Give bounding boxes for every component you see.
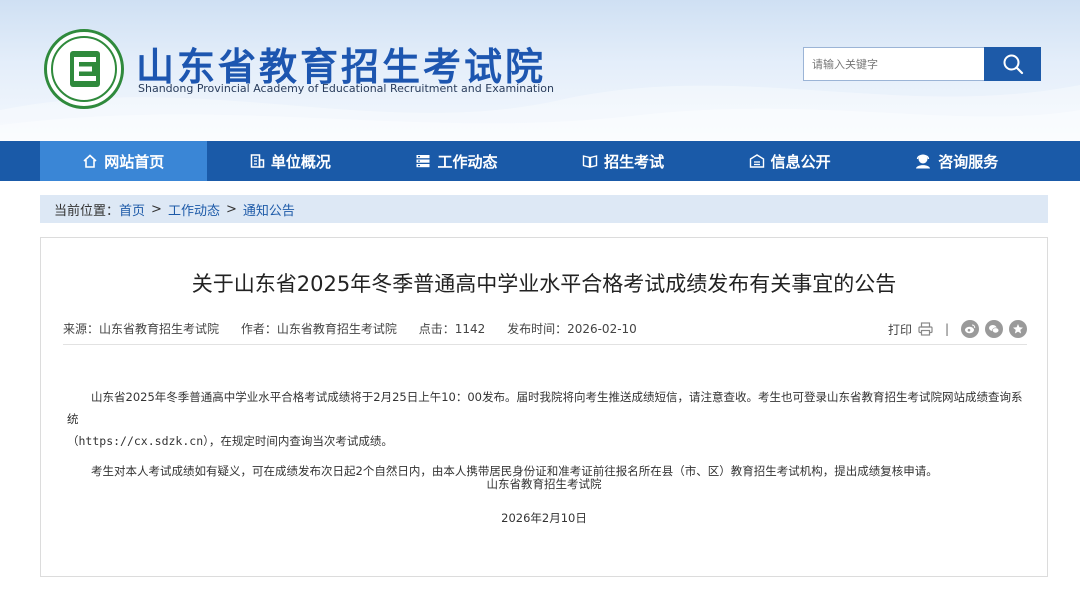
search-icon <box>1003 54 1023 75</box>
user-service-icon <box>916 154 931 169</box>
article-paragraph-continued: （https://cx.sdzk.cn），在规定时间内查询当次考试成绩。 <box>67 430 1023 452</box>
article-title: 关于山东省2025年冬季普通高中学业水平合格考试成绩发布有关事宜的公告 <box>191 272 897 296</box>
article-clicks: 点击：1142 <box>418 322 486 336</box>
action-divider: | <box>944 322 949 336</box>
building-icon <box>250 154 265 168</box>
nav-item-label: 信息公开 <box>770 152 831 171</box>
search-input[interactable] <box>803 47 984 81</box>
site-header: 山东省教育招生考试院 Shandong Provincial Academy o… <box>0 0 1080 141</box>
nav-item-label: 咨询服务 <box>938 152 999 171</box>
nav-item-label: 招生考试 <box>604 152 665 171</box>
breadcrumb-separator: > <box>225 201 237 217</box>
home-icon <box>83 154 97 168</box>
article-actions: 打印 | <box>888 320 1027 338</box>
print-label[interactable]: 打印 <box>888 321 912 338</box>
breadcrumb-separator: > <box>151 201 162 217</box>
breadcrumb-link-notices[interactable]: 通知公告 <box>243 200 295 219</box>
nav-item-admission[interactable]: 招生考试 <box>540 141 707 181</box>
breadcrumb-prefix: 当前位置： <box>54 203 120 219</box>
search-box <box>803 47 1041 81</box>
favorite-icon <box>1013 324 1023 334</box>
favorite-button[interactable] <box>1009 320 1027 338</box>
nav-item-label: 网站首页 <box>104 152 165 171</box>
nav-item-consulting[interactable]: 咨询服务 <box>873 141 1040 181</box>
article-paragraph: 山东省2025年冬季普通高中学业水平合格考试成绩将于2月25日上午10：00发布… <box>67 386 1023 430</box>
wechat-share-button[interactable] <box>985 320 1003 338</box>
nav-item-news[interactable]: 工作动态 <box>373 141 540 181</box>
article-source: 来源：山东省教育招生考试院 <box>63 322 220 336</box>
paragraph-text: 山东省2025年冬季普通高中学业水平合格考试成绩将于2月25日上午10：00发布… <box>67 390 1023 426</box>
article-date: 2026年2月10日 <box>501 511 587 525</box>
query-url-text: （https://cx.sdzk.cn），在规定时间内查询当次考试成绩。 <box>67 434 393 448</box>
wechat-icon <box>989 325 1000 334</box>
print-icon[interactable] <box>918 322 933 336</box>
institution-emblem-icon[interactable] <box>44 29 124 109</box>
search-button[interactable] <box>984 47 1041 81</box>
article-body: 山东省2025年冬季普通高中学业水平合格考试成绩将于2月25日上午10：00发布… <box>67 386 1023 482</box>
site-subtitle-english: Shandong Provincial Academy of Education… <box>138 82 555 95</box>
nav-item-label: 单位概况 <box>270 152 331 171</box>
nav-item-about[interactable]: 单位概况 <box>207 141 374 181</box>
book-icon <box>582 155 598 168</box>
news-icon <box>416 155 430 168</box>
weibo-icon <box>965 324 976 334</box>
article-container: 关于山东省2025年冬季普通高中学业水平合格考试成绩发布有关事宜的公告 来源：山… <box>40 237 1048 577</box>
info-icon <box>749 154 764 168</box>
main-navigation: 网站首页 单位概况 工作动态 招生考试 信息公开 咨询服务 <box>0 141 1080 181</box>
article-publish-time: 发布时间：2026-02-10 <box>507 322 637 336</box>
weibo-share-button[interactable] <box>961 320 979 338</box>
breadcrumb-link-news[interactable]: 工作动态 <box>168 200 220 219</box>
nav-item-disclosure[interactable]: 信息公开 <box>706 141 873 181</box>
nav-item-label: 工作动态 <box>437 152 498 171</box>
article-meta: 来源：山东省教育招生考试院 作者：山东省教育招生考试院 点击：1142 发布时间… <box>63 320 1027 340</box>
article-author: 作者：山东省教育招生考试院 <box>240 322 397 336</box>
nav-item-home[interactable]: 网站首页 <box>40 141 207 181</box>
breadcrumb: 当前位置： 首页 > 工作动态 > 通知公告 <box>40 195 1048 223</box>
meta-divider <box>63 344 1027 345</box>
breadcrumb-link-home[interactable]: 首页 <box>119 200 145 219</box>
article-signature: 山东省教育招生考试院 <box>486 477 602 491</box>
emblem-letter-icon <box>70 51 100 87</box>
